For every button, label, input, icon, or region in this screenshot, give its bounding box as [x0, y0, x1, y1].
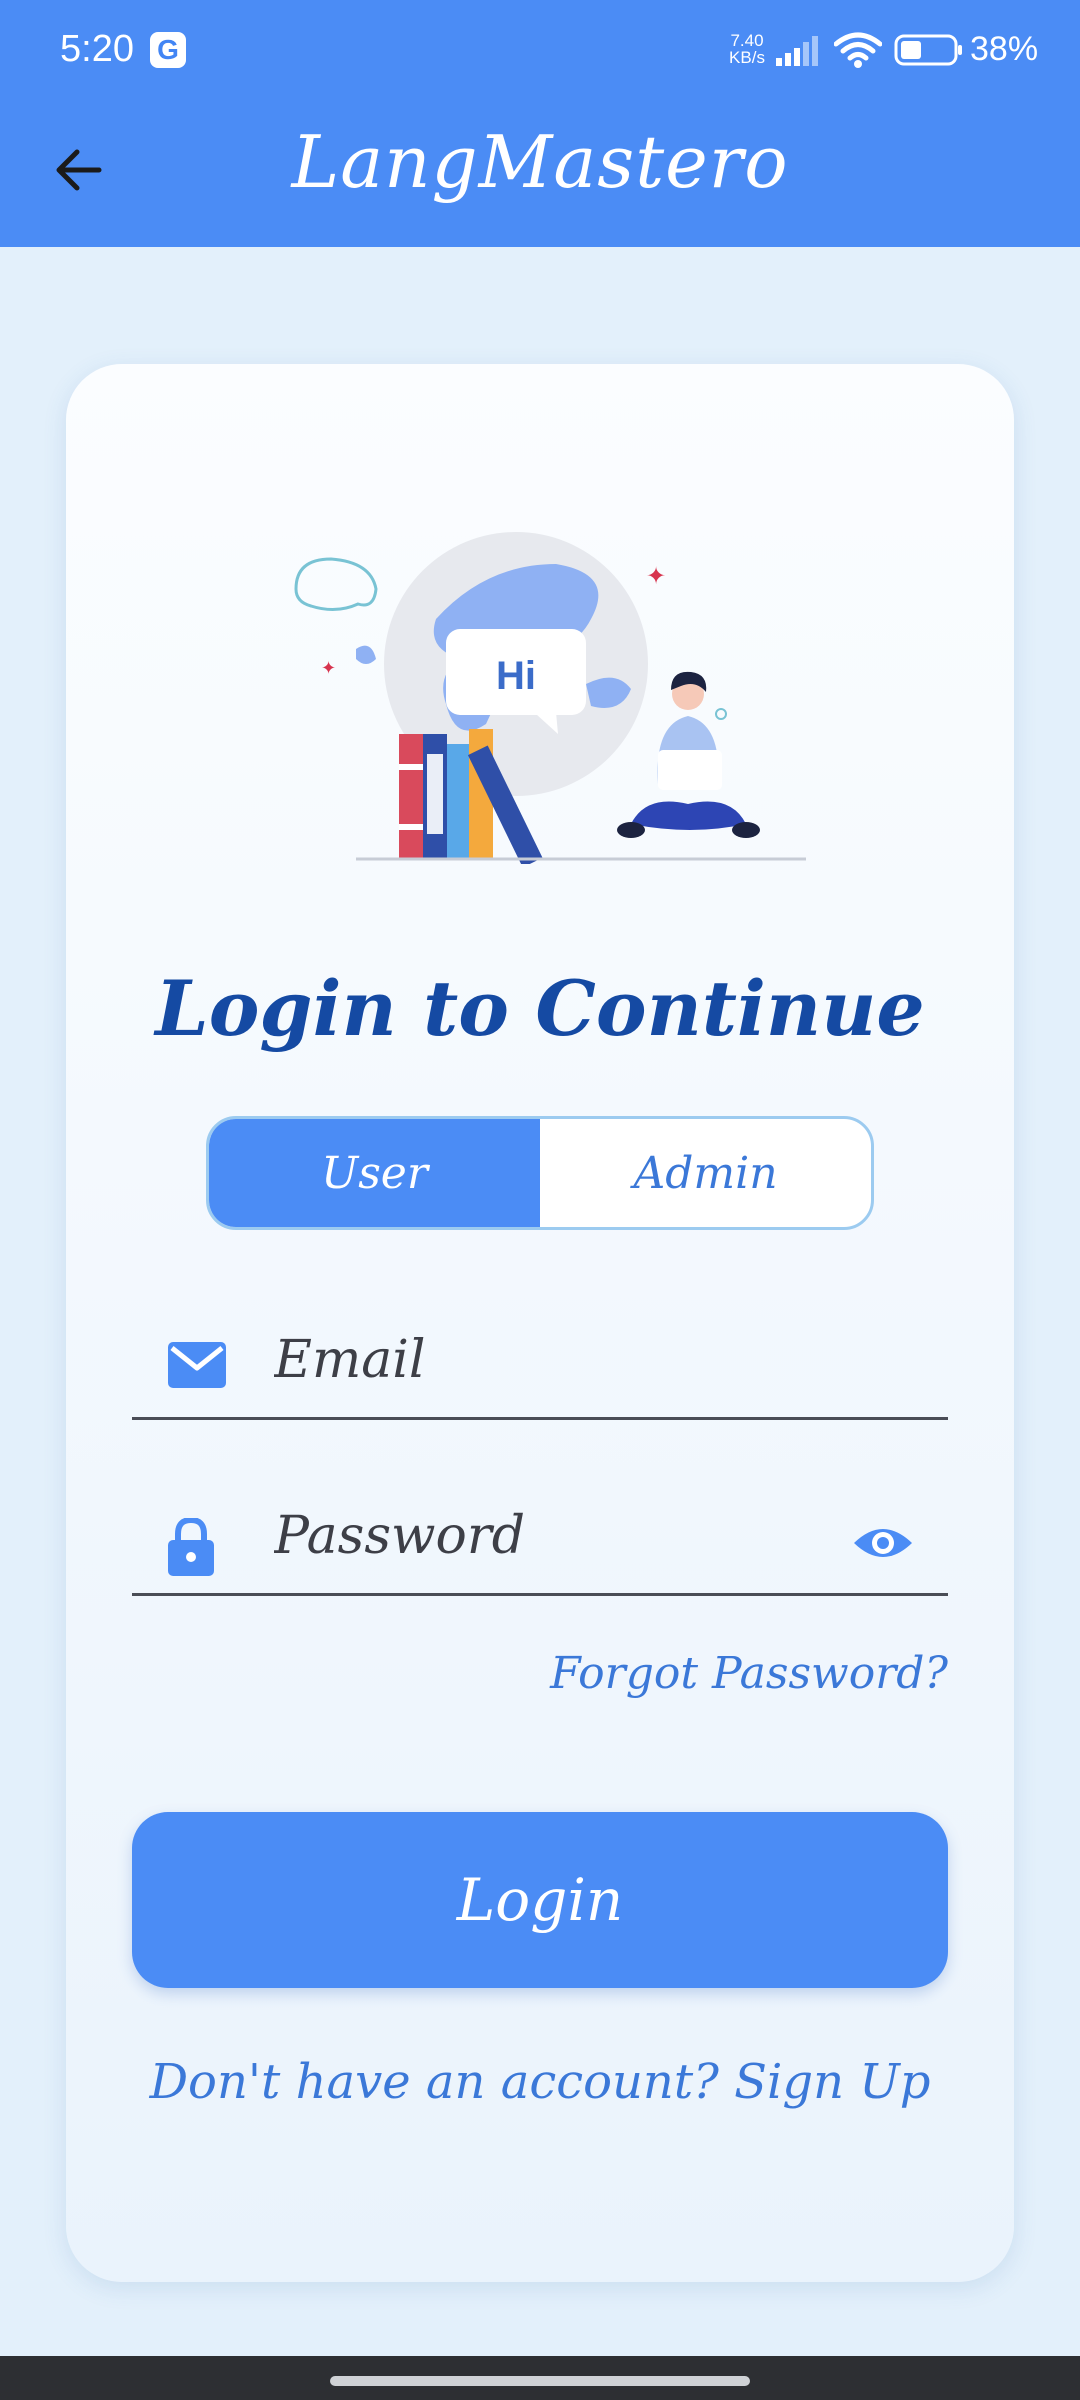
signup-row: Don't have an account? Sign Up: [66, 2054, 1014, 2110]
google-notification-icon: G: [150, 32, 186, 68]
login-button[interactable]: Login: [132, 1812, 948, 1988]
laptop: [658, 750, 722, 790]
battery-percent: 38%: [970, 30, 1039, 68]
signup-prompt: Don't have an account?: [149, 2054, 719, 2110]
app-title: LangMastero: [291, 120, 789, 204]
role-toggle: User Admin: [206, 1116, 874, 1230]
login-heading: Login to Continue: [155, 964, 925, 1053]
email-field: [132, 1300, 948, 1420]
person-shoe: [617, 822, 645, 838]
book-stripe: [399, 824, 423, 830]
battery-icon: [894, 34, 964, 70]
person-legs: [631, 801, 746, 830]
signup-link[interactable]: Sign Up: [734, 2054, 930, 2110]
lock-icon: [168, 1516, 214, 1580]
status-time: 5:20: [60, 28, 134, 70]
login-card: Hi ✦ ✦ Login to Continue User Admin Emai…: [66, 364, 1014, 2282]
wifi-icon: [833, 32, 883, 72]
book-stripe: [399, 764, 423, 770]
language-learning-illustration: Hi ✦ ✦: [294, 532, 806, 864]
forgot-password-link[interactable]: Forgot Password?: [550, 1648, 948, 1699]
hi-text: Hi: [496, 654, 536, 698]
book-stripe: [427, 754, 443, 834]
speech-bubble-outline: [294, 557, 378, 611]
role-option-admin[interactable]: Admin: [540, 1119, 871, 1227]
role-option-user[interactable]: User: [209, 1119, 540, 1227]
home-gesture-handle[interactable]: [330, 2376, 750, 2386]
book: [447, 744, 469, 859]
sparkle-mark: ✦: [321, 658, 336, 679]
bubble-dot: [715, 708, 727, 720]
sparkle-mark: ✦: [646, 562, 666, 590]
email-input[interactable]: [274, 1320, 854, 1400]
eye-icon: [854, 1529, 912, 1557]
password-field: [132, 1476, 948, 1596]
signal-icon: [776, 36, 820, 70]
envelope-icon: [168, 1342, 226, 1392]
book: [399, 734, 423, 859]
person-shoe: [732, 822, 760, 838]
network-speed: 7.40 KB/s: [724, 32, 770, 66]
continent-shape: [356, 645, 376, 664]
status-bar: 5:20 G 7.40 KB/s 38%: [0, 0, 1080, 100]
system-nav-bar: [0, 2356, 1080, 2400]
network-speed-unit: KB/s: [729, 48, 765, 67]
password-input[interactable]: [274, 1496, 854, 1576]
show-password-button[interactable]: [848, 1518, 918, 1568]
network-speed-value: 7.40: [730, 31, 764, 50]
